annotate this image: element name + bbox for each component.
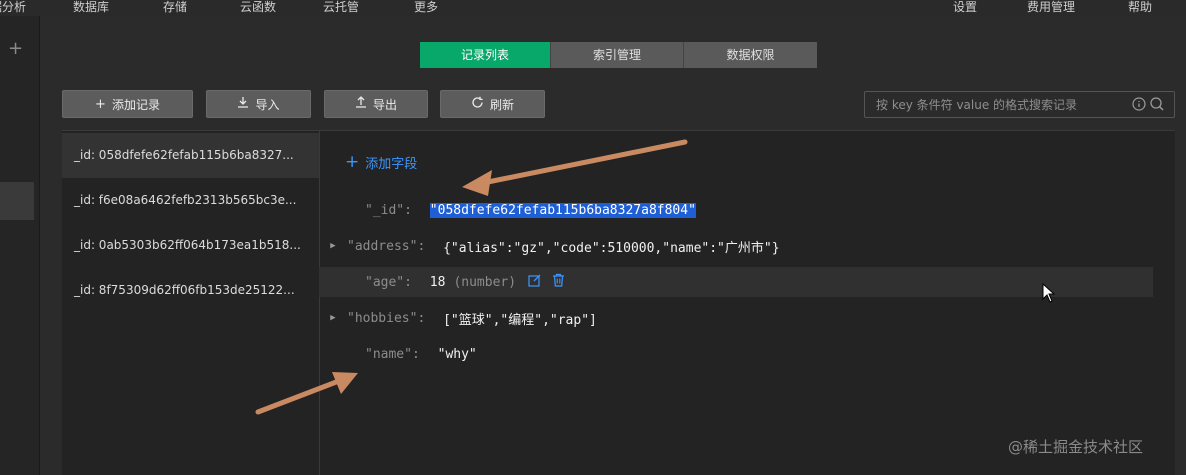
annotation-arrows [255, 139, 688, 415]
annotation-arrow-bottom [255, 372, 358, 415]
annotation-arrow-top [462, 139, 688, 196]
watermark: @稀土掘金技术社区 [1008, 438, 1144, 456]
mouse-cursor-icon [1042, 283, 1056, 303]
